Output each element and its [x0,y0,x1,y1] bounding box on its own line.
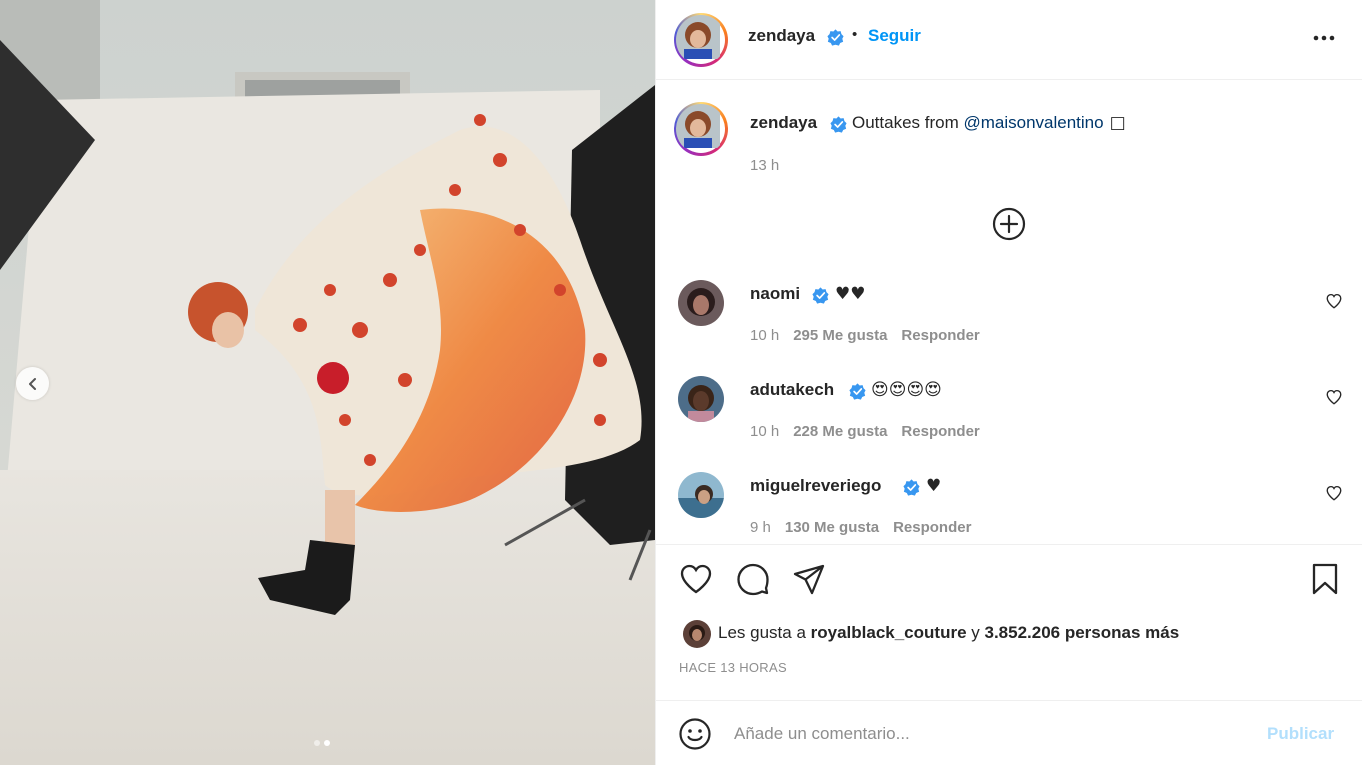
comment-username[interactable]: naomi [750,284,800,304]
verified-badge-icon [830,116,847,133]
caption-text: Outtakes from @maisonvalentino □ [852,113,1126,133]
reply-button[interactable]: Responder [901,327,979,344]
comment-time[interactable]: 9 h [750,519,771,536]
liker-avatar[interactable] [683,620,711,648]
caption-body: Outtakes from [852,113,964,132]
comment-text: ♥ [926,476,942,496]
likes-count-link[interactable]: 3.852.206 personas más [984,623,1179,642]
post-timestamp[interactable]: HACE 13 HORAS [679,660,787,675]
carousel-dot [314,740,320,746]
more-horizontal-icon[interactable] [1310,26,1338,50]
comment-username[interactable]: adutakech [750,380,834,400]
caption-username[interactable]: zendaya [750,113,817,133]
reply-button[interactable]: Responder [893,519,971,536]
post-side-panel: zendaya • Seguir zendaya Outtakes from @… [655,0,1362,765]
like-comment-heart-icon[interactable] [1325,292,1343,310]
caption-mention-link[interactable]: @maisonvalentino [963,113,1103,132]
comment-time[interactable]: 10 h [750,327,779,344]
author-username[interactable]: zendaya [748,26,815,46]
comment-meta: 10 h 228 Me gusta Responder [750,423,980,440]
avatar-image [683,620,711,648]
comment-likes[interactable]: 130 Me gusta [785,519,879,536]
comment-username[interactable]: miguelreveriego [750,476,881,496]
previous-photo-button[interactable] [16,367,49,400]
verified-badge-icon [812,287,829,304]
comment-likes[interactable]: 228 Me gusta [793,423,887,440]
likes-middle: y [966,623,985,642]
emoji-smiley-icon[interactable] [678,717,712,751]
load-more-comments-icon[interactable] [992,207,1026,241]
comment-meta: 10 h 295 Me gusta Responder [750,327,980,344]
comment-avatar-naomi[interactable] [678,280,724,326]
post-photo [0,0,655,765]
comment-avatar-adutakech[interactable] [678,376,724,422]
verified-badge-icon [849,383,866,400]
follow-button[interactable]: Seguir [868,26,921,46]
avatar-image [676,104,720,150]
actions-divider [656,544,1362,545]
caption-time[interactable]: 13 h [750,157,779,174]
carousel-dot-active [324,740,330,746]
avatar-image [676,15,720,61]
comment-text: ♥♥ [835,284,866,304]
comment-text: 😍😍😍😍 [871,380,942,400]
post-media[interactable] [0,0,655,765]
carousel-indicator [314,740,330,746]
author-avatar[interactable] [674,13,728,67]
comment-bubble-icon[interactable] [736,562,770,596]
avatar-image [678,472,724,518]
likes-prefix: Les gusta a [718,623,811,642]
verified-badge-icon [903,479,920,496]
reply-button[interactable]: Responder [901,423,979,440]
likes-summary: Les gusta a royalblack_couture y 3.852.2… [718,623,1179,643]
avatar-image [678,376,724,422]
comment-input[interactable] [734,714,1254,754]
avatar-image [678,280,724,326]
chevron-left-icon [28,377,36,390]
save-bookmark-icon[interactable] [1308,562,1342,596]
comment-likes[interactable]: 295 Me gusta [793,327,887,344]
comment-meta: 9 h 130 Me gusta Responder [750,519,971,536]
like-comment-heart-icon[interactable] [1325,484,1343,502]
caption-avatar[interactable] [674,102,728,156]
publish-button[interactable]: Publicar [1267,724,1334,744]
comment-time[interactable]: 10 h [750,423,779,440]
liker-username-link[interactable]: royalblack_couture [811,623,967,642]
post-dialog: zendaya • Seguir zendaya Outtakes from @… [0,0,1362,765]
verified-badge-icon [827,29,844,46]
post-header: zendaya • Seguir [656,0,1362,80]
separator-dot: • [852,26,858,43]
share-paper-plane-icon[interactable] [792,562,826,596]
comment-avatar-miguelreveriego[interactable] [678,472,724,518]
like-comment-heart-icon[interactable] [1325,388,1343,406]
comment-box-divider [656,700,1362,701]
caption-trailing-glyph: □ [1109,113,1126,133]
like-heart-icon[interactable] [679,562,713,596]
